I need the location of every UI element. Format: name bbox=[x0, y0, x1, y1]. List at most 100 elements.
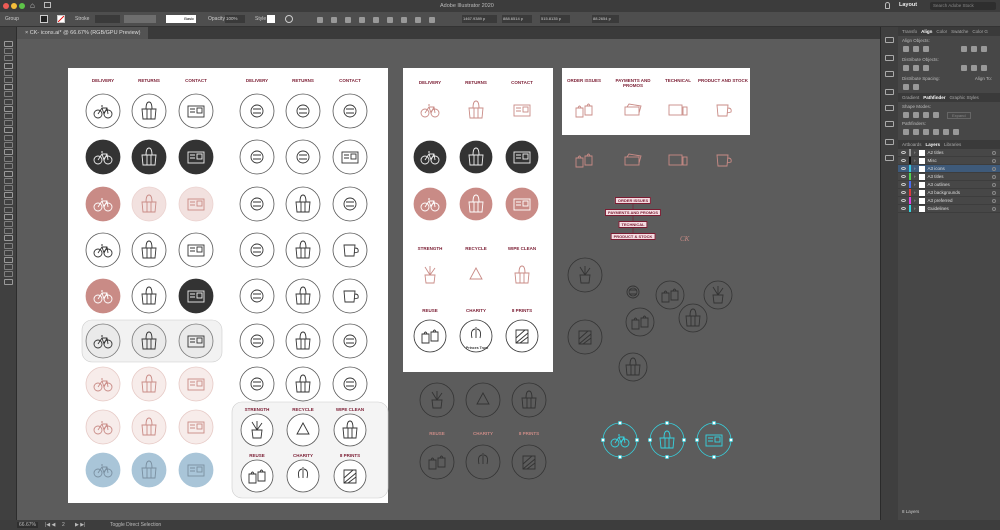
tool-button[interactable] bbox=[4, 221, 13, 227]
tool-button[interactable] bbox=[4, 177, 13, 184]
dist-left-icon[interactable] bbox=[961, 65, 967, 71]
tool-button[interactable] bbox=[4, 235, 13, 242]
divide-icon[interactable] bbox=[903, 129, 909, 135]
align-right-icon[interactable] bbox=[345, 17, 351, 23]
tab-color[interactable]: Color bbox=[936, 29, 947, 34]
tab-artboards[interactable]: Artboards bbox=[902, 142, 922, 147]
visibility-eye-icon[interactable] bbox=[901, 207, 906, 210]
tool-button[interactable] bbox=[4, 149, 13, 155]
target-icon[interactable] bbox=[992, 166, 996, 171]
layer-row[interactable]: › A3 backgrounds bbox=[898, 189, 1000, 197]
home-icon[interactable]: ⌂ bbox=[30, 1, 35, 10]
align-center-icon[interactable] bbox=[331, 17, 337, 23]
workspace-switcher-icon[interactable] bbox=[44, 2, 51, 8]
next-artboard-button[interactable]: ▶ ▶| bbox=[75, 522, 85, 528]
visibility-eye-icon[interactable] bbox=[901, 151, 906, 154]
tab-color-guide[interactable]: Color G bbox=[972, 29, 988, 34]
layer-row[interactable]: › A2 titles bbox=[898, 149, 1000, 157]
zoom-level[interactable]: 66.67% bbox=[17, 522, 38, 528]
x-input[interactable]: 1467.9389 p bbox=[462, 15, 497, 23]
expand-layer-icon[interactable]: › bbox=[914, 158, 916, 163]
width-input[interactable]: 515.8135 p bbox=[540, 15, 570, 23]
visibility-eye-icon[interactable] bbox=[901, 175, 906, 178]
align-right-icon[interactable] bbox=[923, 46, 929, 52]
target-icon[interactable] bbox=[992, 198, 996, 203]
tool-button[interactable] bbox=[4, 41, 13, 47]
tool-button[interactable] bbox=[4, 156, 13, 163]
panel-toggle-icon[interactable] bbox=[885, 155, 894, 161]
dist-right-icon[interactable] bbox=[981, 65, 987, 71]
close-window-button[interactable] bbox=[3, 3, 9, 9]
dist-top-icon[interactable] bbox=[903, 65, 909, 71]
expand-button[interactable]: Expand bbox=[947, 111, 971, 119]
align-middle-icon[interactable] bbox=[373, 17, 379, 23]
target-icon[interactable] bbox=[992, 190, 996, 195]
tab-graphic-styles[interactable]: Graphic Styles bbox=[950, 95, 979, 100]
layer-row[interactable]: › A3 outlines bbox=[898, 181, 1000, 189]
tab-layers[interactable]: Layers bbox=[926, 142, 941, 147]
layer-row[interactable]: › A3 titles bbox=[898, 173, 1000, 181]
align-left-icon[interactable] bbox=[903, 46, 909, 52]
vertical-spacing-icon[interactable] bbox=[903, 84, 909, 90]
tool-button[interactable] bbox=[4, 127, 13, 134]
zoom-window-button[interactable] bbox=[19, 3, 25, 9]
align-vcenter-icon[interactable] bbox=[971, 46, 977, 52]
recolor-artwork-icon[interactable] bbox=[285, 15, 293, 23]
panel-toggle-icon[interactable] bbox=[885, 121, 894, 127]
target-icon[interactable] bbox=[992, 206, 996, 211]
expand-layer-icon[interactable]: › bbox=[914, 182, 916, 187]
tool-button[interactable] bbox=[4, 199, 13, 206]
align-top-icon[interactable] bbox=[359, 17, 365, 23]
expand-layer-icon[interactable]: › bbox=[914, 206, 916, 211]
tool-button[interactable] bbox=[4, 206, 13, 213]
tool-button[interactable] bbox=[4, 105, 13, 112]
tab-pathfinder[interactable]: Pathfinder bbox=[923, 95, 945, 100]
crop-icon[interactable] bbox=[933, 129, 939, 135]
align-top-icon[interactable] bbox=[961, 46, 967, 52]
trim-icon[interactable] bbox=[913, 129, 919, 135]
tool-button[interactable] bbox=[4, 242, 13, 249]
expand-layer-icon[interactable]: › bbox=[914, 174, 916, 179]
graphic-style-swatch[interactable] bbox=[267, 15, 275, 23]
tab-transform[interactable]: Transfo bbox=[902, 29, 917, 34]
visibility-eye-icon[interactable] bbox=[901, 159, 906, 162]
tool-button[interactable] bbox=[4, 278, 13, 285]
variable-width-profile[interactable] bbox=[124, 15, 156, 23]
visibility-eye-icon[interactable] bbox=[901, 167, 906, 170]
brush-definition[interactable]: Basic bbox=[166, 15, 196, 23]
layer-row[interactable]: › A3 icons bbox=[898, 165, 1000, 173]
fill-swatch[interactable] bbox=[40, 15, 48, 23]
tool-button[interactable] bbox=[4, 113, 13, 119]
minimize-window-button[interactable] bbox=[11, 3, 17, 9]
unite-icon[interactable] bbox=[903, 112, 909, 118]
tool-button[interactable] bbox=[4, 98, 13, 105]
stroke-swatch[interactable] bbox=[57, 15, 65, 23]
align-hcenter-icon[interactable] bbox=[913, 46, 919, 52]
target-icon[interactable] bbox=[992, 150, 996, 155]
tool-button[interactable] bbox=[4, 120, 13, 127]
layer-row[interactable]: › Misc bbox=[898, 157, 1000, 165]
tool-button[interactable] bbox=[4, 77, 13, 83]
visibility-eye-icon[interactable] bbox=[901, 183, 906, 186]
tool-button[interactable] bbox=[4, 62, 13, 69]
artboard-number[interactable]: 2 bbox=[62, 522, 65, 528]
tab-gradient[interactable]: Gradient bbox=[902, 95, 919, 100]
tab-libraries[interactable]: Libraries bbox=[944, 142, 961, 147]
tool-button[interactable] bbox=[4, 249, 13, 256]
minus-front-icon[interactable] bbox=[913, 112, 919, 118]
distribute-middle-icon[interactable] bbox=[415, 17, 421, 23]
panel-toggle-icon[interactable] bbox=[885, 89, 894, 95]
tool-button[interactable] bbox=[4, 48, 13, 55]
layer-row[interactable]: › Guidelines bbox=[898, 205, 1000, 213]
tool-button[interactable] bbox=[4, 213, 13, 220]
align-left-icon[interactable] bbox=[317, 17, 323, 23]
tool-button[interactable] bbox=[4, 170, 13, 177]
intersect-icon[interactable] bbox=[923, 112, 929, 118]
dist-vcenter-icon[interactable] bbox=[913, 65, 919, 71]
opacity-input[interactable]: 100% bbox=[225, 15, 245, 23]
height-input[interactable]: 88.2654 p bbox=[592, 15, 619, 23]
panel-toggle-icon[interactable] bbox=[885, 37, 894, 43]
expand-layer-icon[interactable]: › bbox=[914, 150, 916, 155]
expand-layer-icon[interactable]: › bbox=[914, 166, 916, 171]
tab-align[interactable]: Align bbox=[921, 29, 932, 34]
